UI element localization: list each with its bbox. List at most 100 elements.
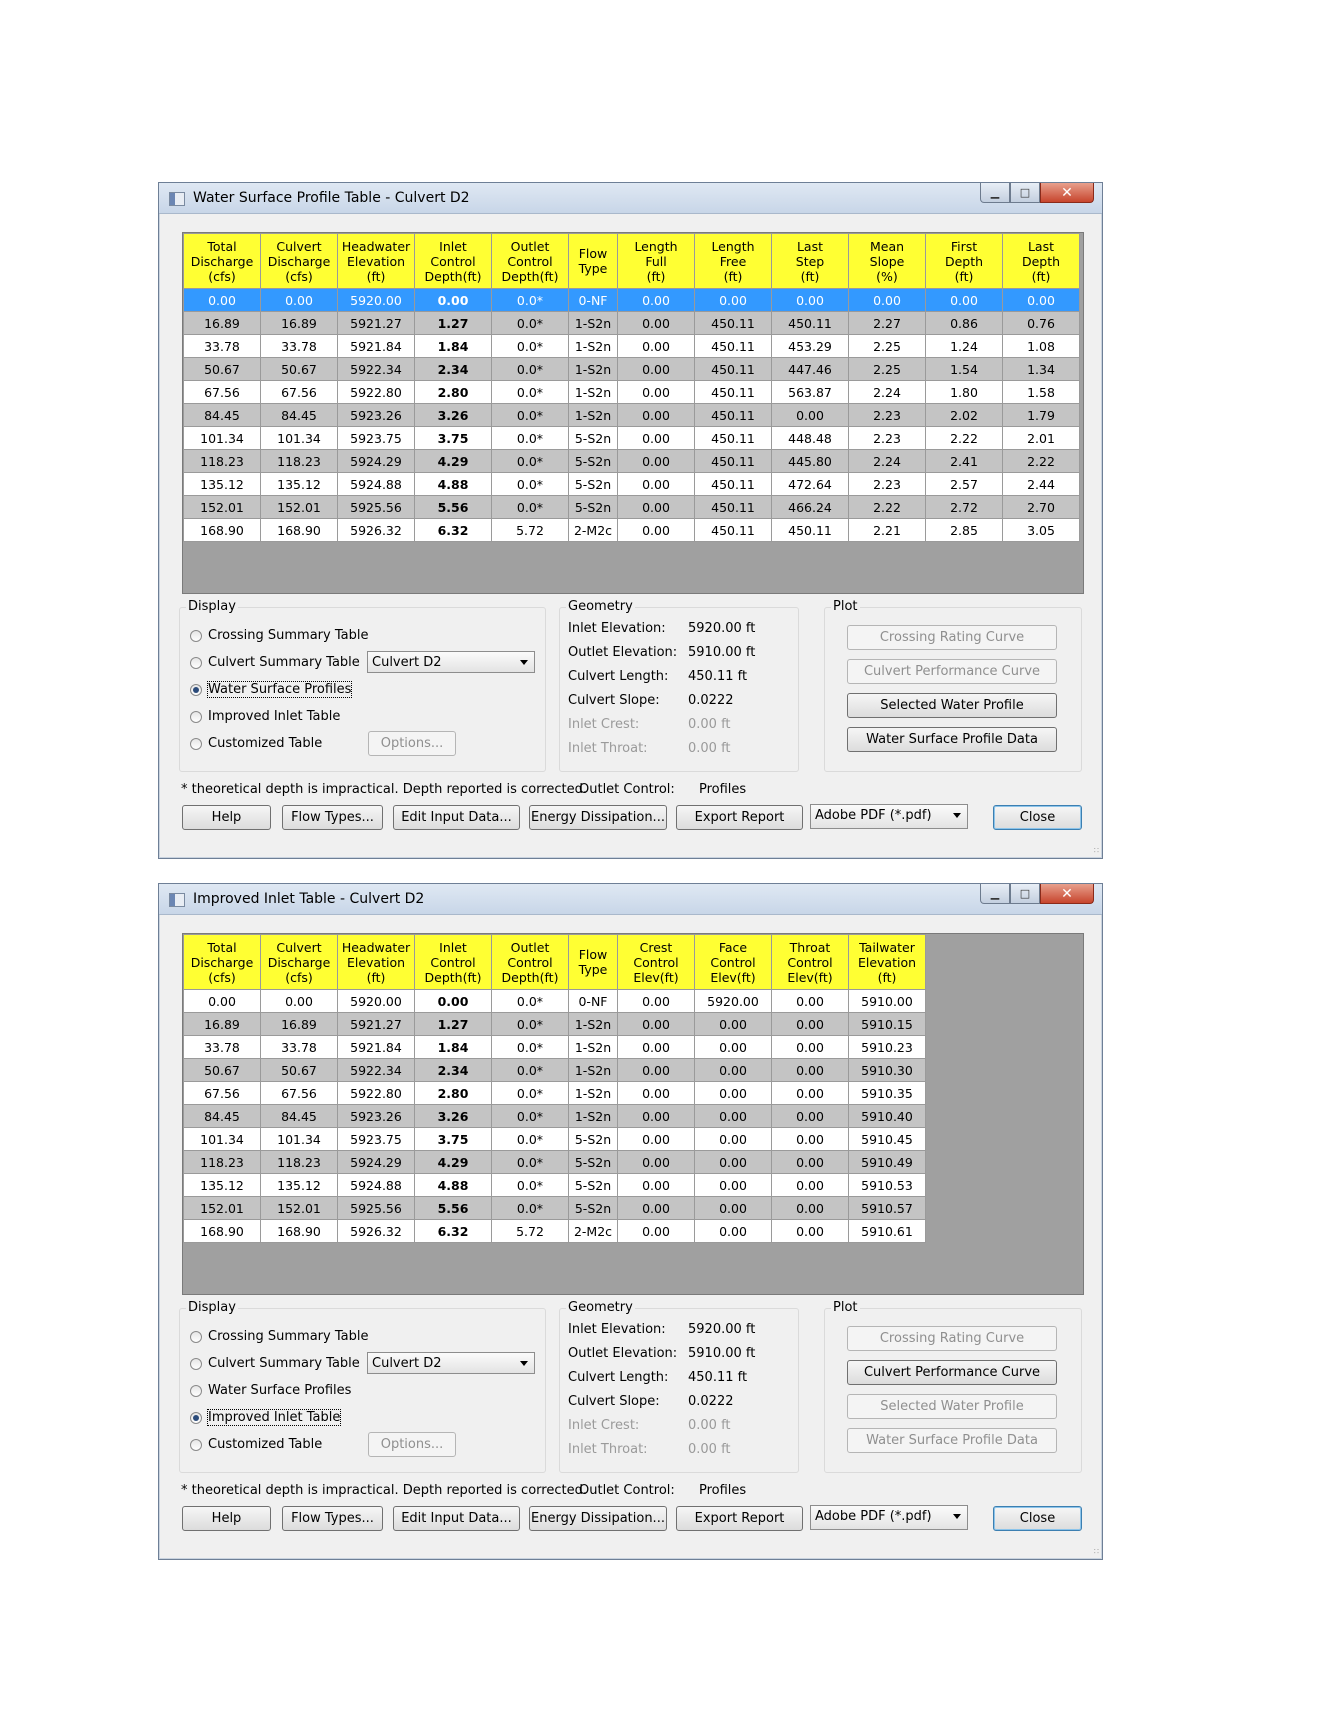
radio-button[interactable] — [190, 629, 202, 642]
radio-button[interactable] — [190, 656, 202, 669]
table-row[interactable]: 16.89 16.89 5921.27 1.27 0.0* 1-S2n 0.00 0.00 0.… — [183, 1012, 926, 1036]
table-row[interactable]: 168.90 168.90 5926.32 6.32 5.72 2-M2c 0.00 450.… — [183, 518, 1080, 542]
column-header[interactable]: Flow Type — [568, 934, 618, 990]
table-row[interactable]: 84.45 84.45 5923.26 3.26 0.0* 1-S2n 0.00 0.00 0.… — [183, 1104, 926, 1128]
display-option[interactable]: Improved Inlet Table — [190, 709, 340, 724]
close-button[interactable]: Close — [993, 1506, 1082, 1531]
column-header[interactable]: Mean Slope (%) — [848, 233, 926, 289]
table-row[interactable]: 135.12 135.12 5924.88 4.88 0.0* 5-S2n 0.00 450.… — [183, 472, 1080, 496]
plot-button[interactable]: Culvert Performance Curve — [847, 659, 1057, 684]
display-option[interactable]: Customized Table — [190, 1437, 322, 1452]
bottom-button[interactable]: Export Report — [676, 805, 803, 830]
bottom-button[interactable]: Flow Types... — [282, 805, 383, 830]
options-button[interactable]: Options... — [368, 731, 456, 756]
culvert-select[interactable]: Culvert D2 — [367, 651, 535, 673]
table-row[interactable]: 0.00 0.00 5920.00 0.00 0.0* 0-NF 0.00 5920.00 0.… — [183, 989, 926, 1013]
table-row[interactable]: 67.56 67.56 5922.80 2.80 0.0* 1-S2n 0.00 0.00 0.… — [183, 1081, 926, 1105]
table-row[interactable]: 135.12 135.12 5924.88 4.88 0.0* 5-S2n 0.00 0.00… — [183, 1173, 926, 1197]
bottom-button[interactable]: Energy Dissipation... — [529, 805, 667, 830]
column-header[interactable]: Outlet Control Depth(ft) — [491, 934, 569, 990]
bottom-button[interactable]: Edit Input Data... — [393, 1506, 520, 1531]
bottom-button[interactable]: Edit Input Data... — [393, 805, 520, 830]
display-option[interactable]: Culvert Summary Table — [190, 655, 360, 670]
display-option[interactable]: Crossing Summary Table — [190, 628, 368, 643]
close-icon[interactable]: ✕ — [1040, 884, 1094, 904]
column-header[interactable]: Last Step (ft) — [771, 233, 849, 289]
bottom-button[interactable]: Help — [182, 805, 271, 830]
bottom-button[interactable]: Export Report — [676, 1506, 803, 1531]
display-option[interactable]: Improved Inlet Table — [190, 1409, 342, 1426]
column-header[interactable]: Headwater Elevation (ft) — [337, 934, 415, 990]
column-header[interactable]: Inlet Control Depth(ft) — [414, 934, 492, 990]
table-row[interactable]: 33.78 33.78 5921.84 1.84 0.0* 1-S2n 0.00 0.00 0.… — [183, 1035, 926, 1059]
export-format-select[interactable]: Adobe PDF (*.pdf) — [810, 1505, 968, 1530]
radio-button[interactable] — [190, 1384, 202, 1397]
resize-grip-icon[interactable]: ∷ — [1094, 846, 1099, 855]
close-icon[interactable]: ✕ — [1040, 183, 1094, 203]
column-header[interactable]: Length Full (ft) — [617, 233, 695, 289]
display-option[interactable]: Water Surface Profiles — [190, 1383, 351, 1398]
plot-button[interactable]: Selected Water Profile — [847, 693, 1057, 718]
column-header[interactable]: First Depth (ft) — [925, 233, 1003, 289]
column-header[interactable]: Tailwater Elevation (ft) — [848, 934, 926, 990]
bottom-button[interactable]: Flow Types... — [282, 1506, 383, 1531]
title-bar[interactable]: Water Surface Profile Table - Culvert D2… — [159, 183, 1102, 214]
column-header[interactable]: Total Discharge (cfs) — [183, 934, 261, 990]
table-row[interactable]: 50.67 50.67 5922.34 2.34 0.0* 1-S2n 0.00 0.00 0.… — [183, 1058, 926, 1082]
results-grid[interactable]: Total Discharge (cfs) Culvert Discharge (cfs)… — [182, 933, 1084, 1295]
table-row[interactable]: 33.78 33.78 5921.84 1.84 0.0* 1-S2n 0.00 450.11… — [183, 334, 1080, 358]
table-row[interactable]: 101.34 101.34 5923.75 3.75 0.0* 5-S2n 0.00 450.… — [183, 426, 1080, 450]
title-bar[interactable]: Improved Inlet Table - Culvert D2 ▁ □ ✕ — [159, 884, 1102, 915]
table-row[interactable]: 84.45 84.45 5923.26 3.26 0.0* 1-S2n 0.00 450.11… — [183, 403, 1080, 427]
minimize-icon[interactable]: ▁ — [980, 884, 1010, 904]
column-header[interactable]: Crest Control Elev(ft) — [617, 934, 695, 990]
plot-button[interactable]: Culvert Performance Curve — [847, 1360, 1057, 1385]
column-header[interactable]: Culvert Discharge (cfs) — [260, 233, 338, 289]
table-row[interactable]: 118.23 118.23 5924.29 4.29 0.0* 5-S2n 0.00 0.00… — [183, 1150, 926, 1174]
radio-button[interactable] — [190, 1357, 202, 1370]
options-button[interactable]: Options... — [368, 1432, 456, 1457]
column-header[interactable]: Total Discharge (cfs) — [183, 233, 261, 289]
column-header[interactable]: Length Free (ft) — [694, 233, 772, 289]
table-row[interactable]: 152.01 152.01 5925.56 5.56 0.0* 5-S2n 0.00 0.00… — [183, 1196, 926, 1220]
minimize-icon[interactable]: ▁ — [980, 183, 1010, 203]
close-button[interactable]: Close — [993, 805, 1082, 830]
column-header[interactable]: Throat Control Elev(ft) — [771, 934, 849, 990]
column-header[interactable]: Face Control Elev(ft) — [694, 934, 772, 990]
display-option[interactable]: Water Surface Profiles — [190, 681, 353, 698]
column-header[interactable]: Flow Type — [568, 233, 618, 289]
plot-button[interactable]: Water Surface Profile Data — [847, 1428, 1057, 1453]
results-grid[interactable]: Total Discharge (cfs) Culvert Discharge (cfs)… — [182, 232, 1084, 594]
radio-button[interactable] — [190, 1330, 202, 1343]
export-format-select[interactable]: Adobe PDF (*.pdf) — [810, 804, 968, 829]
table-row[interactable]: 0.00 0.00 5920.00 0.00 0.0* 0-NF 0.00 0.00 0.00 0… — [183, 288, 1080, 312]
plot-button[interactable]: Water Surface Profile Data — [847, 727, 1057, 752]
display-option[interactable]: Crossing Summary Table — [190, 1329, 368, 1344]
table-row[interactable]: 168.90 168.90 5926.32 6.32 5.72 2-M2c 0.00 0.00… — [183, 1219, 926, 1243]
radio-button[interactable] — [190, 737, 202, 750]
radio-button[interactable] — [190, 1438, 202, 1451]
maximize-icon[interactable]: □ — [1010, 183, 1040, 203]
column-header[interactable]: Headwater Elevation (ft) — [337, 233, 415, 289]
bottom-button[interactable]: Energy Dissipation... — [529, 1506, 667, 1531]
table-row[interactable]: 152.01 152.01 5925.56 5.56 0.0* 5-S2n 0.00 450.… — [183, 495, 1080, 519]
column-header[interactable]: Outlet Control Depth(ft) — [491, 233, 569, 289]
radio-button[interactable] — [190, 710, 202, 723]
table-row[interactable]: 118.23 118.23 5924.29 4.29 0.0* 5-S2n 0.00 450.… — [183, 449, 1080, 473]
table-row[interactable]: 50.67 50.67 5922.34 2.34 0.0* 1-S2n 0.00 450.11… — [183, 357, 1080, 381]
column-header[interactable]: Last Depth (ft) — [1002, 233, 1080, 289]
table-row[interactable]: 101.34 101.34 5923.75 3.75 0.0* 5-S2n 0.00 0.00… — [183, 1127, 926, 1151]
plot-button[interactable]: Selected Water Profile — [847, 1394, 1057, 1419]
radio-button[interactable] — [190, 1411, 202, 1424]
maximize-icon[interactable]: □ — [1010, 884, 1040, 904]
bottom-button[interactable]: Help — [182, 1506, 271, 1531]
plot-button[interactable]: Crossing Rating Curve — [847, 625, 1057, 650]
table-row[interactable]: 16.89 16.89 5921.27 1.27 0.0* 1-S2n 0.00 450.11… — [183, 311, 1080, 335]
culvert-select[interactable]: Culvert D2 — [367, 1352, 535, 1374]
column-header[interactable]: Inlet Control Depth(ft) — [414, 233, 492, 289]
display-option[interactable]: Customized Table — [190, 736, 322, 751]
resize-grip-icon[interactable]: ∷ — [1094, 1547, 1099, 1556]
display-option[interactable]: Culvert Summary Table — [190, 1356, 360, 1371]
plot-button[interactable]: Crossing Rating Curve — [847, 1326, 1057, 1351]
radio-button[interactable] — [190, 683, 202, 696]
